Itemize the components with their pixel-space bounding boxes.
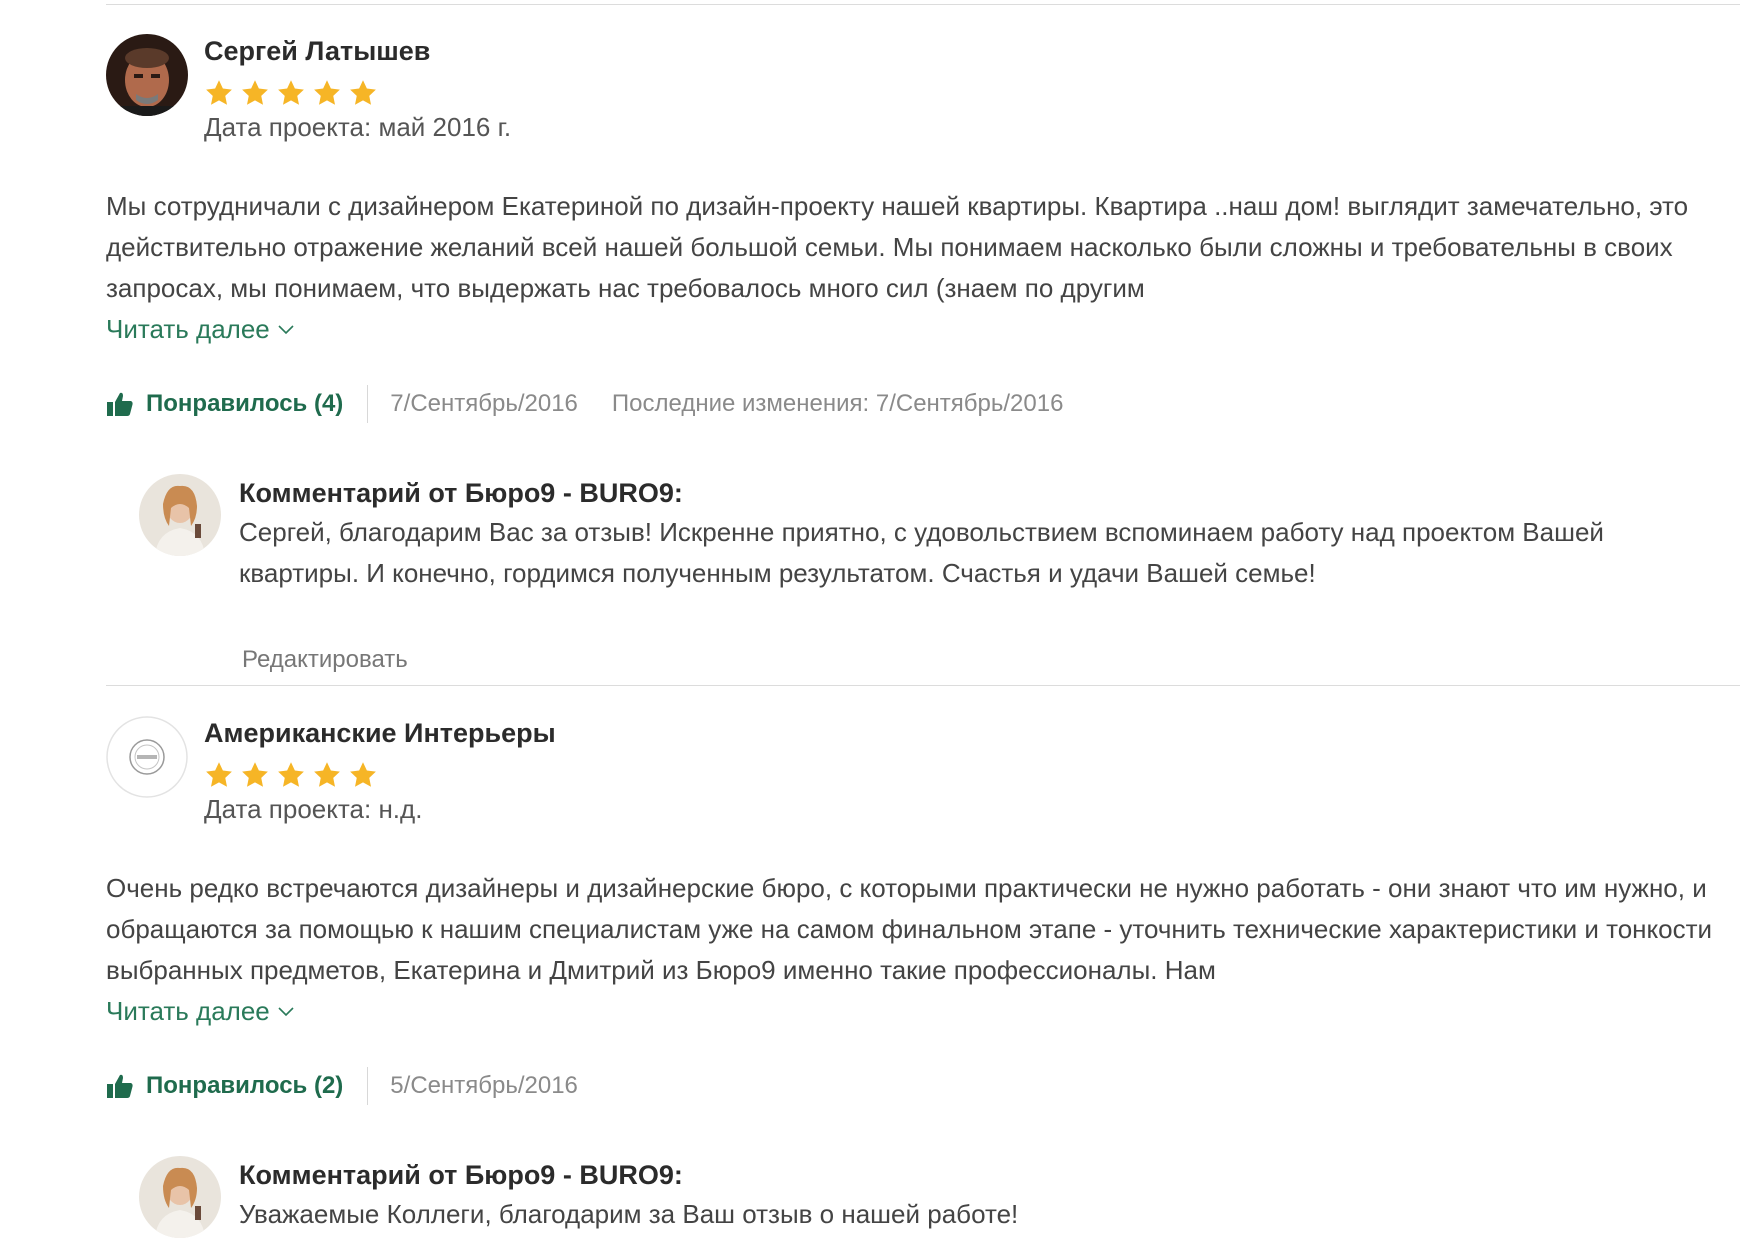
top-divider xyxy=(106,4,1740,5)
review-text: Очень редко встречаются дизайнеры и диза… xyxy=(106,873,1713,985)
star-icon xyxy=(348,760,378,790)
like-button[interactable]: Понравилось (4) xyxy=(106,390,367,418)
review-date: 7/Сентябрь/2016 xyxy=(390,390,578,417)
meta-separator xyxy=(367,385,369,423)
star-icon xyxy=(276,760,306,790)
like-label: Понравилось (4) xyxy=(146,390,344,417)
review-text: Мы сотрудничали с дизайнером Екатериной … xyxy=(106,191,1689,303)
edit-comment-link[interactable]: Редактировать xyxy=(242,646,408,674)
star-rating xyxy=(204,78,378,108)
comment-text: Уважаемые Коллеги, благодарим за Ваш отз… xyxy=(239,1199,1019,1229)
read-more-label: Читать далее xyxy=(106,996,270,1026)
review-divider xyxy=(106,685,1740,686)
reviewer-avatar[interactable] xyxy=(106,716,188,798)
star-icon xyxy=(240,760,270,790)
reviewer-avatar[interactable] xyxy=(106,34,188,116)
star-icon xyxy=(312,78,342,108)
review-date: 5/Сентябрь/2016 xyxy=(390,1072,578,1099)
last-modified: Последние изменения: 7/Сентябрь/2016 xyxy=(611,390,1064,417)
comment-text: Сергей, благодарим Вас за отзыв! Искренн… xyxy=(239,517,1604,588)
project-date: Дата проекта: н.д. xyxy=(204,794,423,824)
comment-title: Комментарий от Бюро9 - BURO9: xyxy=(239,1160,683,1190)
chevron-down-icon xyxy=(278,324,294,335)
reviewer-name[interactable]: Американские Интерьеры xyxy=(204,718,556,749)
star-icon xyxy=(204,760,234,790)
star-icon xyxy=(240,78,270,108)
comment-title: Комментарий от Бюро9 - BURO9: xyxy=(239,478,683,508)
reviewer-name[interactable]: Сергей Латышев xyxy=(204,36,430,67)
star-icon xyxy=(204,78,234,108)
read-more-link[interactable]: Читать далее xyxy=(106,991,294,1032)
thumbs-up-icon xyxy=(106,1073,134,1099)
review-meta: Понравилось (2) 5/Сентябрь/2016 xyxy=(106,1066,612,1106)
like-button[interactable]: Понравилось (2) xyxy=(106,1072,367,1100)
thumbs-up-icon xyxy=(106,391,134,417)
meta-separator xyxy=(367,1067,369,1105)
project-date: Дата проекта: май 2016 г. xyxy=(204,112,512,142)
review-item: Американские Интерьеры Дата проекта: н.д… xyxy=(106,716,1740,1240)
like-label: Понравилось (2) xyxy=(146,1072,344,1099)
review-item: Сергей Латышев Дата проекта: май 2016 г.… xyxy=(106,34,1740,673)
star-rating xyxy=(204,760,378,790)
read-more-link[interactable]: Читать далее xyxy=(106,309,294,350)
star-icon xyxy=(348,78,378,108)
star-icon xyxy=(276,78,306,108)
chevron-down-icon xyxy=(278,1006,294,1017)
star-icon xyxy=(312,760,342,790)
company-avatar[interactable] xyxy=(139,1156,221,1238)
review-meta: Понравилось (4) 7/Сентябрь/2016 Последни… xyxy=(106,384,1063,424)
read-more-label: Читать далее xyxy=(106,314,270,344)
company-avatar[interactable] xyxy=(139,474,221,556)
